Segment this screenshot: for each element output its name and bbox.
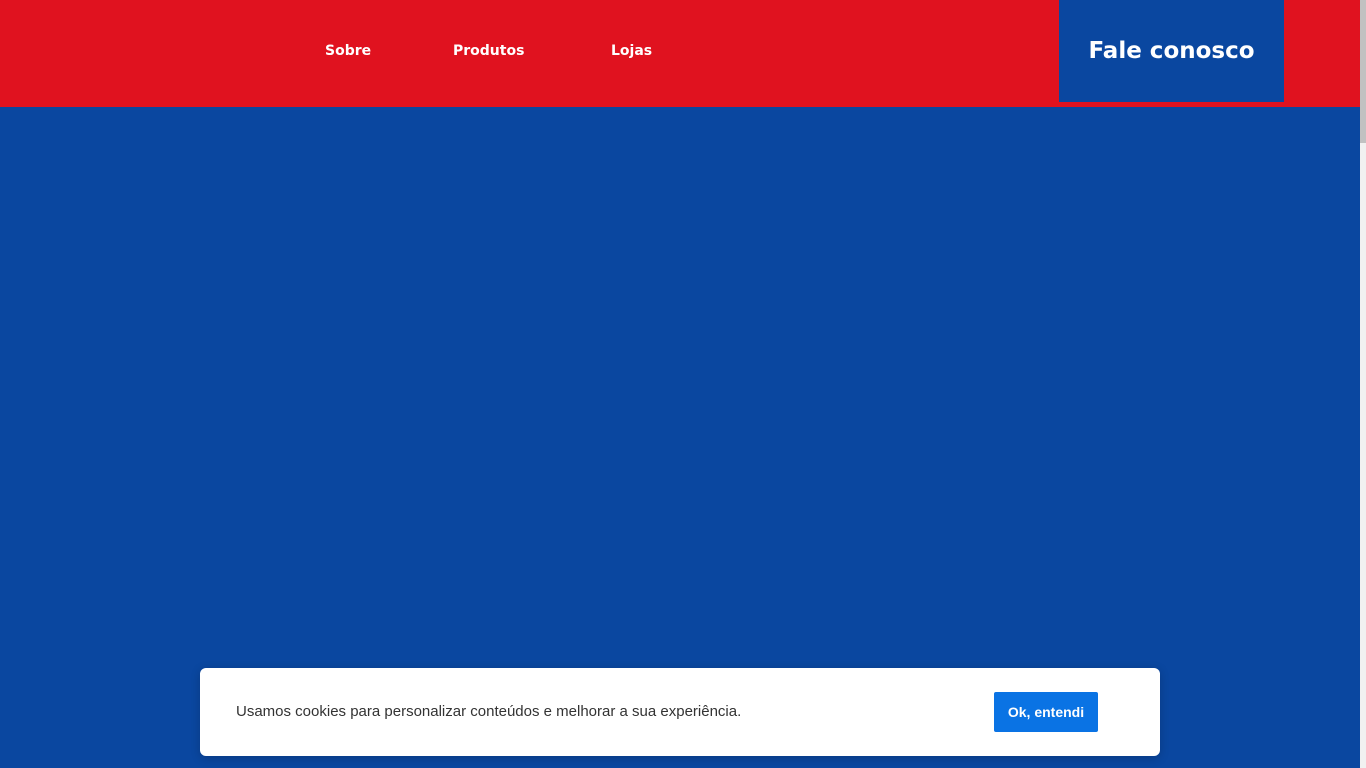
cookie-accept-button[interactable]: Ok, entendi [994,692,1098,732]
page-scrollbar[interactable] [1360,0,1366,768]
cookie-banner: Usamos cookies para personalizar conteúd… [200,668,1160,756]
page: Sobre Produtos Lojas Fale conosco Usamos… [0,0,1360,768]
contact-button[interactable]: Fale conosco [1059,0,1284,102]
nav-link-sobre[interactable]: Sobre [325,42,371,60]
scrollbar-thumb[interactable] [1360,0,1366,143]
nav-link-produtos[interactable]: Produtos [453,42,524,60]
cookie-message: Usamos cookies para personalizar conteúd… [236,703,742,720]
site-header: Sobre Produtos Lojas Fale conosco [0,0,1360,107]
nav-link-lojas[interactable]: Lojas [611,42,652,60]
